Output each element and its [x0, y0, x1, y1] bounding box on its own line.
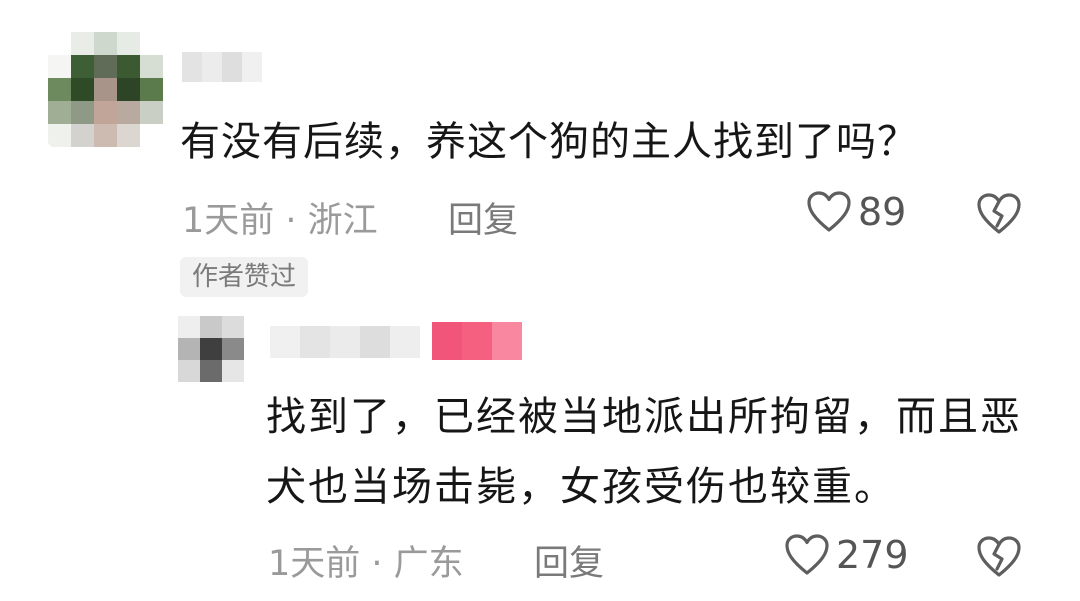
author-liked-badge: 作者赞过: [180, 257, 309, 297]
reply-text: 找到了，已经被当地派出所拘留，而且恶犬也当场击毙，女孩受伤也较重。: [266, 394, 1022, 510]
reply-button[interactable]: 回复: [448, 192, 518, 243]
dislike-button[interactable]: [975, 192, 1023, 240]
comment-thread: 有没有后续，养这个狗的主人找到了吗？ 1天前 · 浙江 回复 89 作者赞过 找…: [0, 0, 1080, 601]
broken-heart-icon: [977, 536, 1021, 577]
reply-button[interactable]: 回复: [534, 535, 604, 586]
dislike-button[interactable]: [975, 535, 1023, 583]
like-button[interactable]: 89: [806, 190, 906, 234]
username-blurred[interactable]: [270, 326, 420, 358]
heart-outline-icon: [807, 191, 851, 232]
author-tag-blurred: [432, 322, 522, 360]
avatar[interactable]: [48, 32, 163, 147]
heart-outline-icon: [785, 534, 829, 575]
like-count: 89: [858, 190, 907, 234]
comment-text: 有没有后续，养这个狗的主人找到了吗？: [180, 119, 918, 165]
avatar[interactable]: [178, 316, 244, 382]
like-count: 279: [836, 533, 909, 577]
username-blurred[interactable]: [182, 52, 262, 82]
like-button[interactable]: 279: [784, 533, 909, 577]
reply-time-location: 1天前 · 广东: [268, 544, 464, 584]
comment-time-location: 1天前 · 浙江: [182, 201, 378, 241]
broken-heart-icon: [977, 193, 1021, 234]
